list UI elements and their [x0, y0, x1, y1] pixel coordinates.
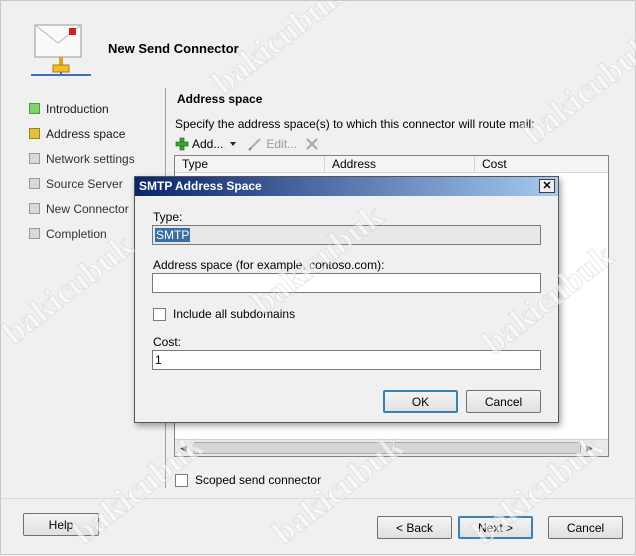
connector-envelope-icon [31, 24, 91, 76]
cost-label: Cost: [153, 335, 182, 349]
column-header-type[interactable]: Type [175, 156, 325, 172]
pencil-icon [248, 138, 262, 151]
step-status-icon [29, 228, 40, 239]
ok-button[interactable]: OK [383, 390, 458, 413]
wizard-cancel-button[interactable]: Cancel [548, 516, 623, 539]
green-plus-icon [175, 137, 189, 151]
smtp-address-space-dialog: SMTP Address Space ✕ Type: SMTP Address … [134, 176, 559, 423]
edit-button[interactable]: Edit... [247, 137, 297, 151]
step-label: Introduction [46, 101, 109, 116]
footer-divider [1, 498, 636, 499]
step-status-icon [29, 128, 40, 139]
remove-button[interactable] [305, 137, 319, 151]
help-button[interactable]: Help [23, 513, 99, 536]
add-button-label: Add... [192, 137, 224, 151]
watermark-text: bakicubuk [1, 227, 141, 353]
step-label: New Connector [46, 201, 129, 216]
step-status-icon [29, 203, 40, 214]
scoped-checkbox[interactable] [175, 473, 188, 487]
back-button[interactable]: < Back [377, 516, 452, 539]
add-button[interactable]: Add... [175, 137, 239, 151]
wizard-title: New Send Connector [108, 41, 239, 56]
red-x-icon [306, 138, 318, 150]
address-space-label: Address space (for example, contoso.com)… [153, 258, 385, 272]
dialog-titlebar[interactable]: SMTP Address Space ✕ [135, 177, 558, 196]
horizontal-scrollbar[interactable]: ◀ ▶ [175, 439, 608, 456]
next-button[interactable]: Next > [458, 516, 533, 539]
cost-input[interactable] [152, 350, 541, 370]
dropdown-arrow-icon[interactable] [227, 139, 239, 149]
step-label: Completion [46, 226, 107, 241]
include-subdomains[interactable]: Include all subdomains [153, 307, 295, 321]
type-field[interactable]: SMTP [152, 225, 541, 245]
wizard-window: New Send Connector Introduction Address … [0, 0, 636, 555]
watermark-text: bakicubuk [515, 27, 636, 153]
step-status-icon [29, 103, 40, 114]
step-label: Network settings [46, 151, 135, 166]
address-space-input[interactable] [152, 273, 541, 293]
include-subdomains-label: Include all subdomains [173, 307, 296, 321]
step-status-icon [29, 178, 40, 189]
step-status-icon [29, 153, 40, 164]
step-label: Source Server [46, 176, 123, 191]
close-icon[interactable]: ✕ [539, 179, 555, 193]
step-address-space: Address space [29, 121, 159, 146]
list-header: Type Address Cost [175, 156, 608, 173]
dialog-title: SMTP Address Space [139, 179, 262, 193]
dialog-cancel-button[interactable]: Cancel [466, 390, 541, 413]
scrollbar-thumb[interactable] [193, 442, 581, 454]
step-label: Address space [46, 126, 126, 141]
scroll-right-icon[interactable]: ▶ [581, 440, 598, 456]
include-subdomains-checkbox[interactable] [153, 307, 166, 321]
scoped-send-connector[interactable]: Scoped send connector [175, 473, 321, 487]
section-title: Address space [177, 92, 263, 106]
step-introduction: Introduction [29, 96, 159, 121]
scoped-label: Scoped send connector [195, 473, 322, 487]
column-header-address[interactable]: Address [325, 156, 475, 172]
section-description: Specify the address space(s) to which th… [175, 117, 535, 131]
edit-button-label: Edit... [266, 137, 298, 151]
type-value: SMTP [155, 228, 191, 242]
address-toolbar: Add... Edit... [175, 135, 327, 153]
type-label: Type: [153, 210, 183, 224]
scroll-left-icon[interactable]: ◀ [175, 440, 192, 456]
step-network-settings: Network settings [29, 146, 159, 171]
column-header-cost[interactable]: Cost [475, 156, 608, 172]
